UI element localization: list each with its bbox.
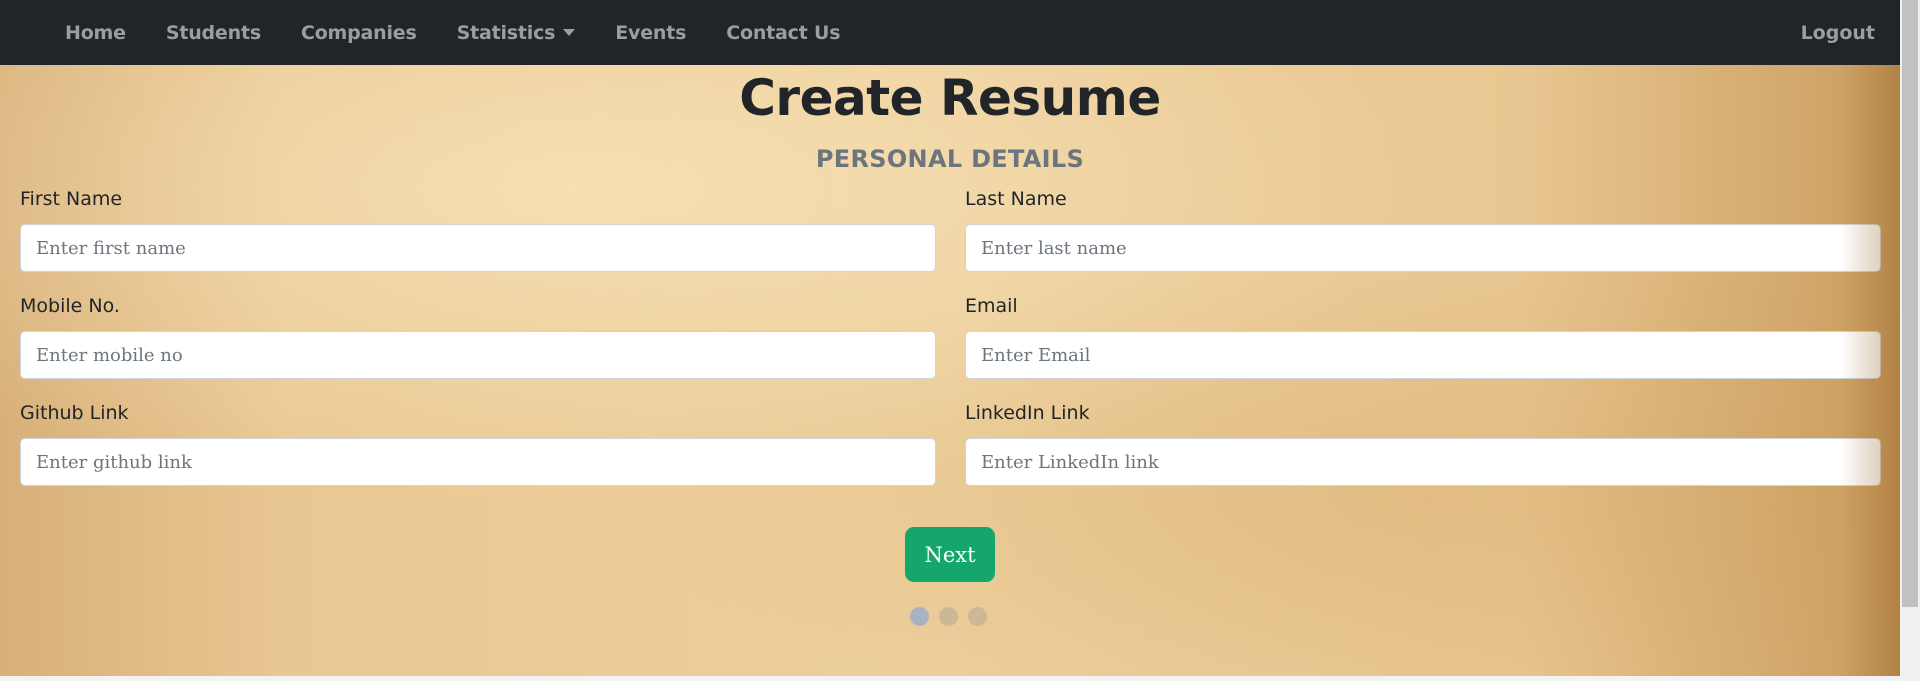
linkedin-group: LinkedIn Link — [965, 402, 1881, 486]
section-title: PERSONAL DETAILS — [815, 145, 1085, 173]
linkedin-input[interactable] — [965, 438, 1881, 486]
nav-statistics-dropdown[interactable]: Statistics — [437, 22, 596, 44]
vertical-scrollbar[interactable] — [1900, 0, 1920, 681]
nav-statistics-label: Statistics — [456, 21, 556, 44]
page-title: Create Resume — [739, 69, 1161, 127]
nav-home-link[interactable]: Home — [45, 22, 146, 44]
next-button[interactable]: Next — [905, 527, 995, 582]
main-content: Create Resume PERSONAL DETAILS First Nam… — [0, 65, 1900, 681]
mobile-input[interactable] — [20, 331, 936, 379]
last-name-label: Last Name — [965, 188, 1067, 210]
email-group: Email — [965, 295, 1881, 379]
nav-students-link[interactable]: Students — [146, 22, 281, 44]
nav-links: Home Students Companies Statistics Event… — [45, 22, 860, 44]
last-name-group: Last Name — [965, 188, 1881, 272]
logout-link[interactable]: Logout — [1801, 0, 1875, 65]
step-dot[interactable] — [910, 607, 929, 626]
navbar: Home Students Companies Statistics Event… — [0, 0, 1900, 65]
last-name-input[interactable] — [965, 224, 1881, 272]
step-dot[interactable] — [939, 607, 958, 626]
email-label: Email — [965, 295, 1018, 317]
first-name-label: First Name — [20, 188, 123, 210]
nav-companies-link[interactable]: Companies — [281, 22, 437, 44]
nav-events-link[interactable]: Events — [595, 22, 706, 44]
email-input[interactable] — [965, 331, 1881, 379]
page: Home Students Companies Statistics Event… — [0, 0, 1900, 681]
github-input[interactable] — [20, 438, 936, 486]
scrollbar-thumb[interactable] — [1902, 0, 1918, 607]
github-label: Github Link — [20, 402, 129, 424]
first-name-input[interactable] — [20, 224, 936, 272]
caret-down-icon — [563, 29, 576, 36]
nav-contact-link[interactable]: Contact Us — [706, 22, 860, 44]
first-name-group: First Name — [20, 188, 936, 272]
mobile-group: Mobile No. — [20, 295, 936, 379]
linkedin-label: LinkedIn Link — [965, 402, 1090, 424]
github-group: Github Link — [20, 402, 936, 486]
page-bottom-edge — [0, 676, 1900, 681]
step-dot[interactable] — [968, 607, 987, 626]
step-indicator — [910, 607, 987, 626]
mobile-label: Mobile No. — [20, 295, 120, 317]
